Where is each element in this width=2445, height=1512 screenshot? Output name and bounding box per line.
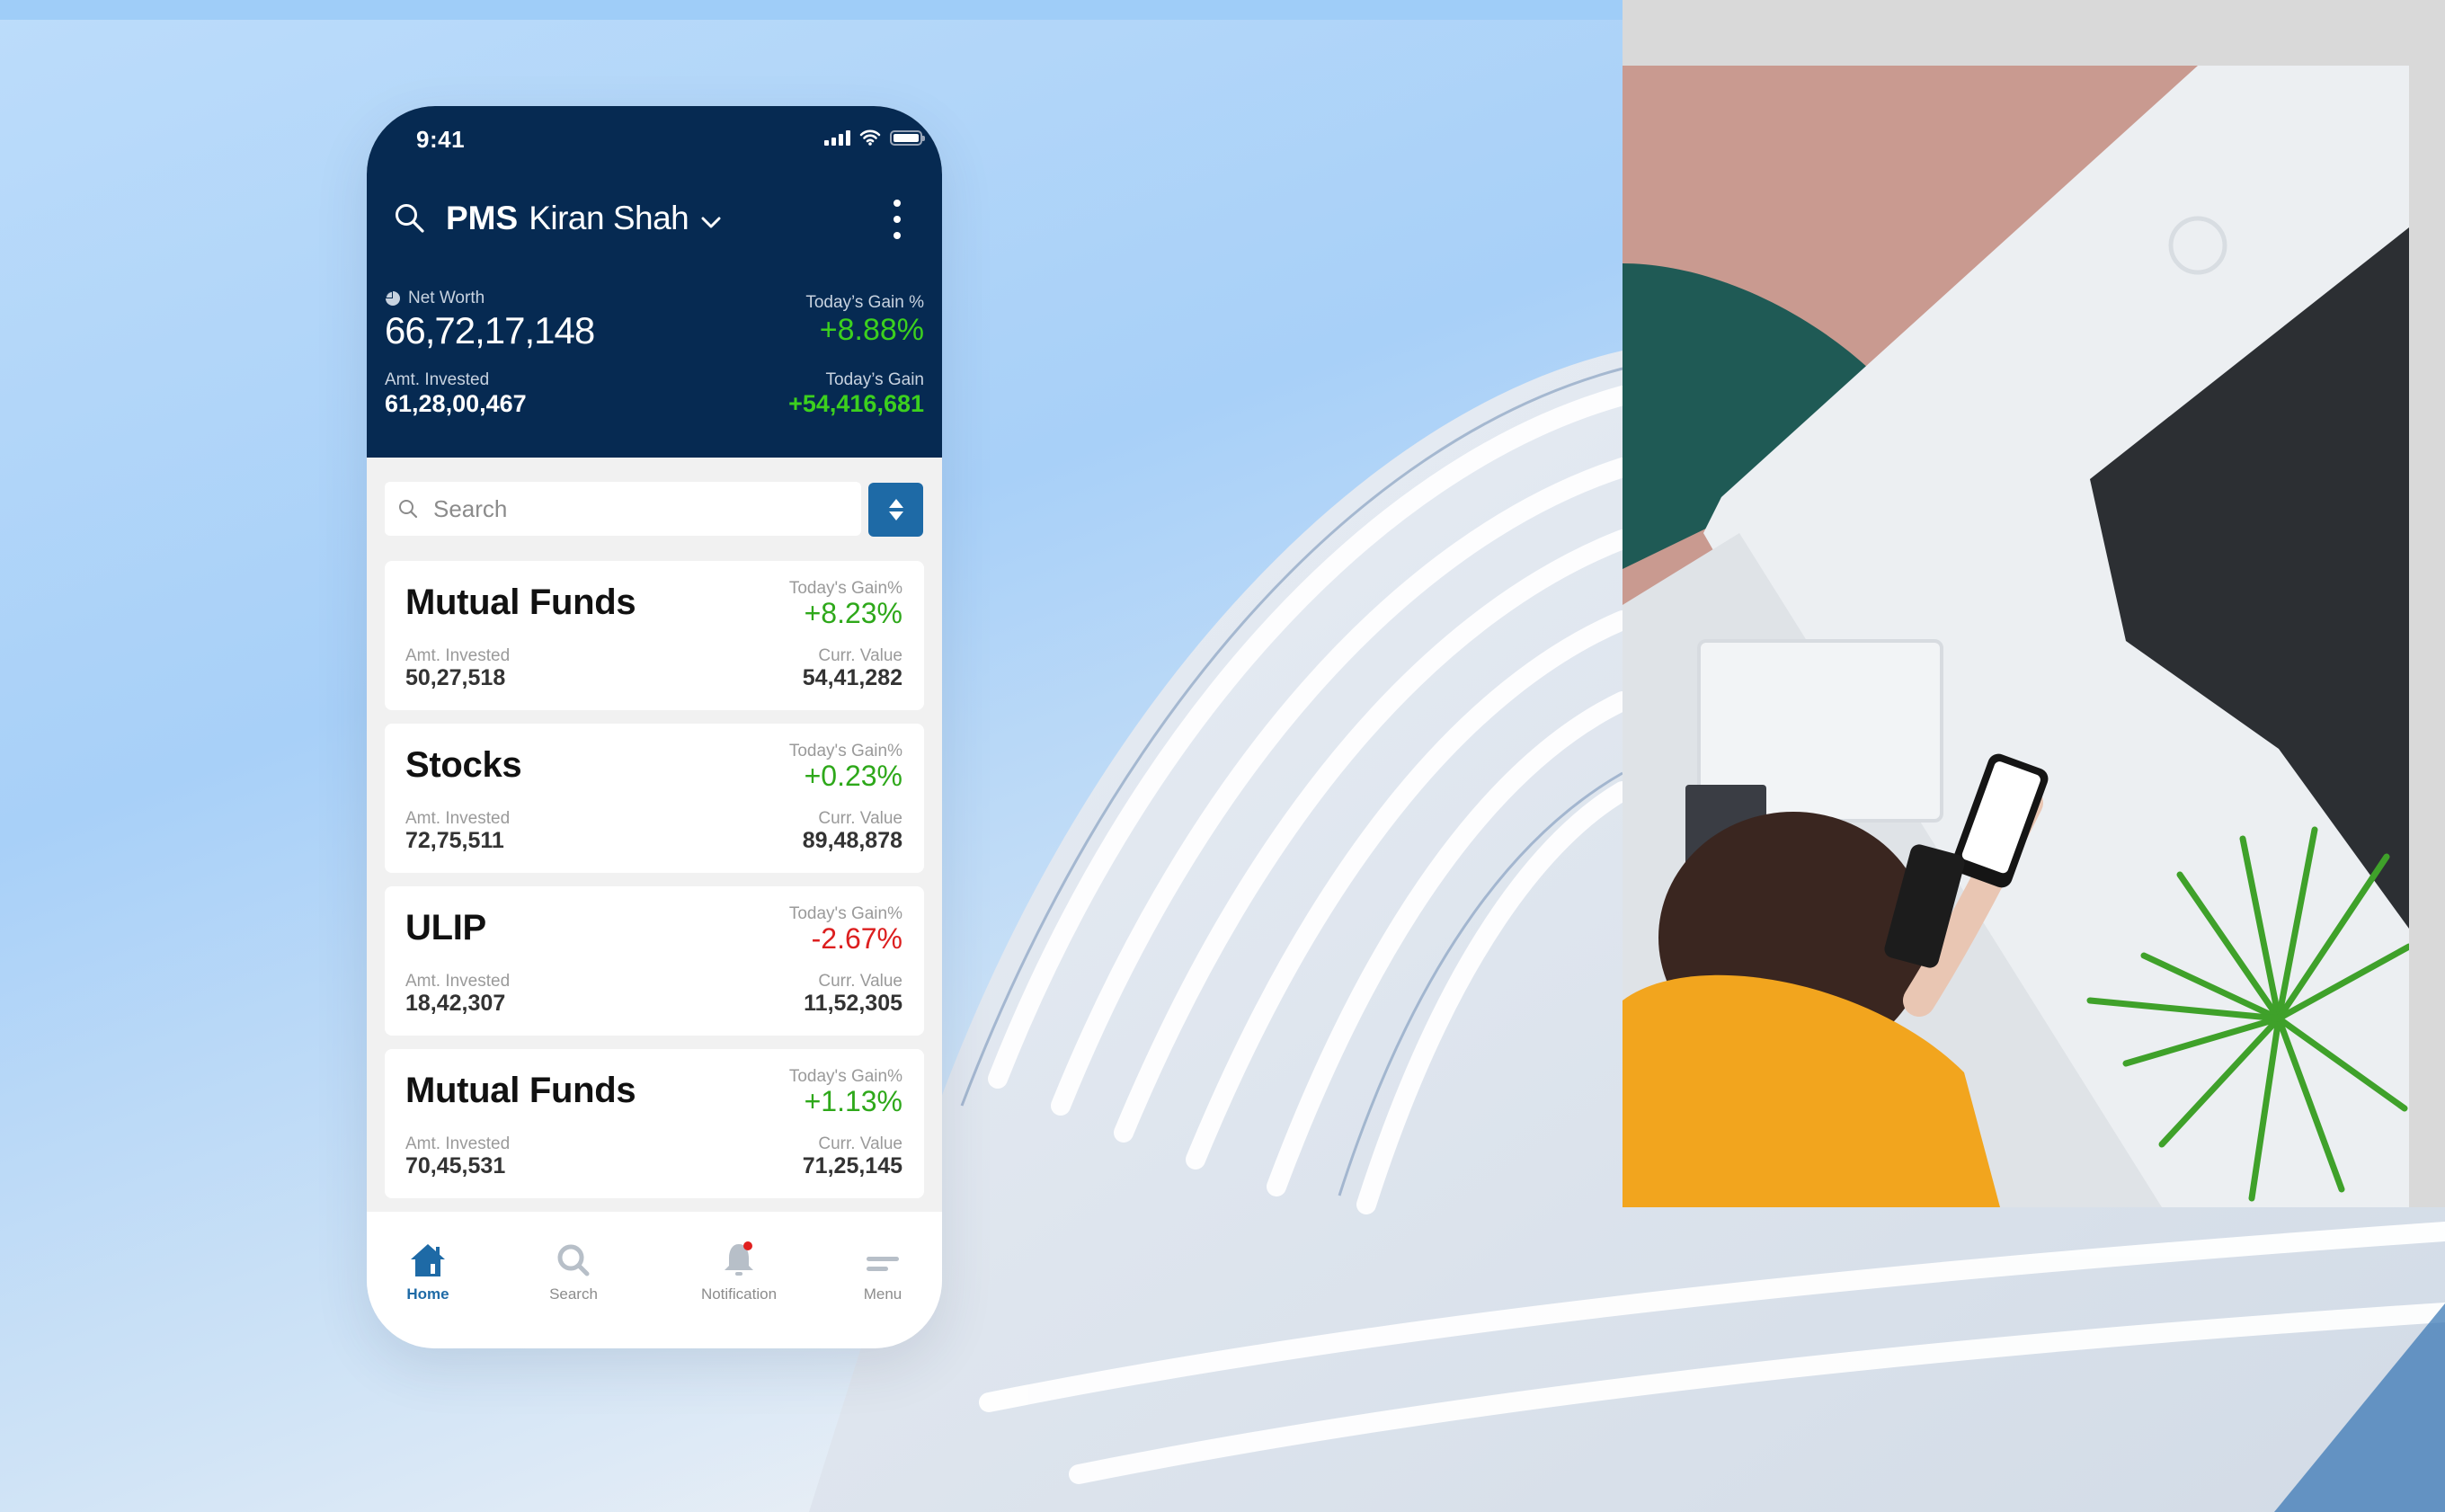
todays-gain-label: Today’s Gain <box>825 370 925 389</box>
app-header: 9:41 PMS Kiran Shah Net Worth 66,72,17,1… <box>367 106 942 458</box>
card-current-label: Curr. Value <box>818 809 902 828</box>
battery-icon <box>890 129 925 146</box>
todays-gain-pct-value: +8.88% <box>819 313 924 347</box>
amt-invested-value: 61,28,00,467 <box>385 390 527 417</box>
card-title: ULIP <box>405 908 486 947</box>
card-current-value: 11,52,305 <box>804 991 902 1016</box>
amt-invested-label: Amt. Invested <box>385 370 490 389</box>
bottom-navigation: Home Search Notification Menu <box>367 1212 942 1348</box>
bell-icon <box>725 1241 753 1276</box>
card-gain-label: Today's Gain% <box>788 904 902 923</box>
nav-home[interactable]: Home <box>374 1239 482 1303</box>
card-invested-value: 18,42,307 <box>405 991 506 1016</box>
card-title: Mutual Funds <box>405 583 636 622</box>
account-switcher-row: PMS Kiran Shah <box>390 196 924 241</box>
card-gain-label: Today's Gain% <box>788 1067 902 1086</box>
lifestyle-photo <box>1623 66 2409 1207</box>
app-label: PMS <box>446 200 519 236</box>
card-gain-value: +1.13% <box>804 1085 902 1117</box>
sort-button[interactable] <box>868 483 923 537</box>
notification-badge <box>743 1241 752 1250</box>
nav-search-label: Search <box>549 1285 598 1303</box>
menu-icon <box>867 1257 899 1271</box>
todays-gain-pct-label: Today’s Gain % <box>805 293 924 312</box>
portfolio-card[interactable]: ULIP Today's Gain% -2.67% Amt. Invested … <box>385 886 924 1036</box>
card-invested-label: Amt. Invested <box>405 809 511 828</box>
nav-home-label: Home <box>406 1285 449 1303</box>
card-current-value: 89,48,878 <box>802 828 902 853</box>
cellular-signal-icon <box>824 129 850 146</box>
card-gain-label: Today's Gain% <box>788 742 902 760</box>
wifi-icon <box>859 129 881 146</box>
portfolio-card[interactable]: Mutual Funds Today's Gain% +1.13% Amt. I… <box>385 1049 924 1198</box>
portfolio-search-field[interactable] <box>385 482 861 536</box>
todays-gain-value: +54,416,681 <box>788 390 924 417</box>
card-title: Stocks <box>405 745 522 785</box>
card-invested-label: Amt. Invested <box>405 1134 511 1153</box>
card-invested-value: 50,27,518 <box>405 665 506 690</box>
nav-menu[interactable]: Menu <box>829 1239 937 1303</box>
more-vertical-icon <box>894 200 901 207</box>
card-gain-value: +0.23% <box>804 760 902 792</box>
card-current-label: Curr. Value <box>818 1134 902 1153</box>
sort-icon <box>888 499 903 520</box>
header-search-button[interactable] <box>390 199 430 238</box>
card-gain-label: Today's Gain% <box>788 579 902 598</box>
card-title: Mutual Funds <box>405 1071 636 1110</box>
net-worth-value: 66,72,17,148 <box>385 309 595 351</box>
card-current-label: Curr. Value <box>818 972 902 991</box>
card-gain-value: -2.67% <box>811 922 902 955</box>
phone-mockup: 9:41 PMS Kiran Shah Net Worth 66,72,17,1… <box>367 106 942 1348</box>
status-icons <box>824 129 925 146</box>
card-invested-label: Amt. Invested <box>405 646 511 665</box>
nav-menu-label: Menu <box>863 1285 902 1303</box>
nav-search[interactable]: Search <box>520 1239 627 1303</box>
status-time: 9:41 <box>416 126 466 153</box>
portfolio-card[interactable]: Mutual Funds Today's Gain% +8.23% Amt. I… <box>385 561 924 710</box>
search-icon <box>557 1244 590 1276</box>
card-invested-label: Amt. Invested <box>405 972 511 991</box>
net-worth-label: Net Worth <box>408 289 485 307</box>
card-current-label: Curr. Value <box>818 646 902 665</box>
account-name[interactable]: Kiran Shah <box>529 200 689 237</box>
portfolio-card[interactable]: Stocks Today's Gain% +0.23% Amt. Investe… <box>385 724 924 873</box>
more-options-button[interactable] <box>888 200 906 239</box>
background-sky-band <box>0 0 1623 20</box>
nav-notification-label: Notification <box>700 1285 778 1303</box>
lifestyle-photo-illustration <box>1623 66 2409 1207</box>
pie-chart-icon <box>386 291 400 306</box>
card-invested-value: 72,75,511 <box>405 828 504 853</box>
search-input[interactable] <box>431 494 831 524</box>
search-icon <box>399 500 418 519</box>
card-gain-value: +8.23% <box>804 597 902 629</box>
nav-notification[interactable]: Notification <box>685 1239 793 1303</box>
chevron-down-icon[interactable] <box>701 217 721 229</box>
card-current-value: 54,41,282 <box>802 665 902 690</box>
home-icon <box>411 1244 445 1276</box>
card-current-value: 71,25,145 <box>802 1153 902 1178</box>
card-invested-value: 70,45,531 <box>405 1153 506 1178</box>
search-icon <box>396 204 424 233</box>
net-worth-label-row: Net Worth <box>385 289 485 308</box>
